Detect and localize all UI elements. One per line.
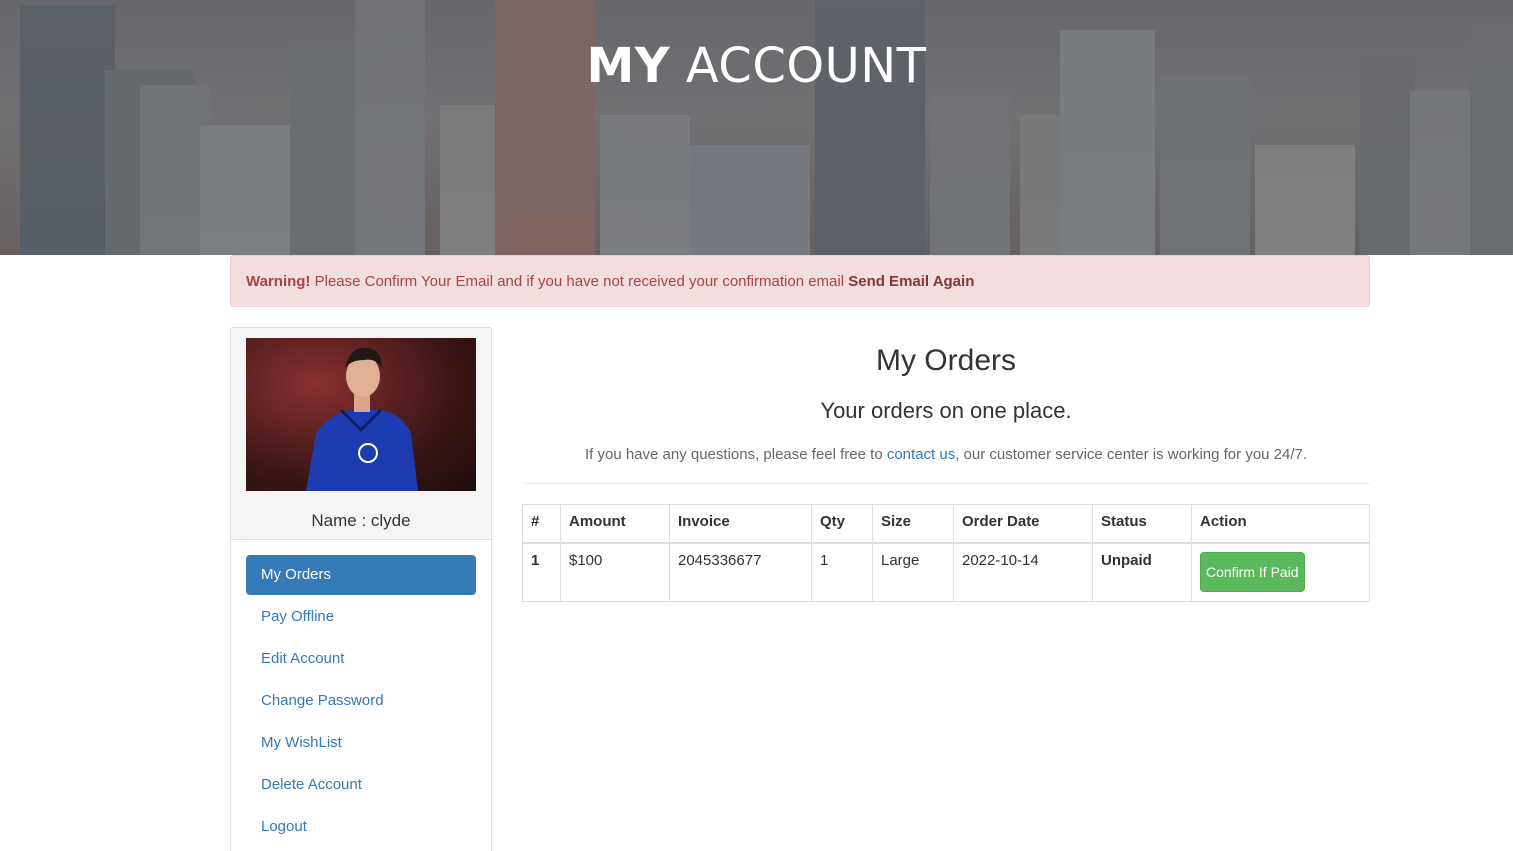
col-header-qty: Qty — [811, 504, 873, 544]
orders-note-prefix: If you have any questions, please feel f… — [584, 446, 887, 463]
page-title: MY ACCOUNT — [0, 38, 1513, 94]
page-title-rest: ACCOUNT — [685, 38, 927, 94]
sidebar-item-pay-offline[interactable]: Pay Offline — [246, 597, 476, 637]
account-nav: My Orders Pay Offline Edit Account Chang… — [231, 540, 491, 847]
cell-qty: 1 — [811, 542, 873, 602]
col-header-invoice: Invoice — [669, 504, 812, 544]
cell-size: Large — [872, 542, 954, 602]
sidebar-item-change-password[interactable]: Change Password — [246, 681, 476, 721]
cell-action: Confirm If Paid — [1191, 542, 1370, 602]
sidebar-item-edit-account[interactable]: Edit Account — [246, 639, 476, 679]
profile-name: Name : clyde — [311, 511, 411, 530]
contact-us-link[interactable]: contact us — [887, 446, 955, 463]
divider — [522, 483, 1370, 484]
send-email-again-link[interactable]: Send Email Again — [848, 273, 974, 290]
avatar-photo — [306, 347, 418, 491]
avatar — [246, 338, 476, 491]
status-badge: Unpaid — [1092, 542, 1192, 602]
col-header-action: Action — [1191, 504, 1370, 544]
sidebar-item-delete-account[interactable]: Delete Account — [246, 765, 476, 805]
orders-note-suffix: , our customer service center is working… — [955, 446, 1308, 463]
page-title-bold: MY — [586, 38, 671, 94]
profile-card: Name : clyde — [231, 328, 491, 540]
cell-invoice: 2045336677 — [669, 542, 812, 602]
col-header-order-date: Order Date — [953, 504, 1093, 544]
orders-section: My Orders Your orders on one place. If y… — [522, 327, 1370, 602]
orders-table: # Amount Invoice Qty Size Order Date Sta… — [522, 504, 1370, 602]
table-header-row: # Amount Invoice Qty Size Order Date Sta… — [522, 504, 1370, 544]
sidebar-item-my-orders[interactable]: My Orders — [246, 555, 476, 595]
alert-message: Please Confirm Your Email and if you hav… — [310, 272, 849, 290]
orders-title: My Orders — [875, 344, 1016, 377]
col-header-status: Status — [1092, 504, 1192, 544]
cell-amount: $100 — [560, 542, 670, 602]
confirm-if-paid-button[interactable]: Confirm If Paid — [1200, 551, 1305, 592]
hero-banner: MY ACCOUNT — [0, 0, 1513, 255]
sidebar-item-logout[interactable]: Logout — [246, 807, 476, 847]
orders-subtitle: Your orders on one place. — [820, 398, 1072, 423]
email-warning-alert: Warning! Please Confirm Your Email and i… — [230, 255, 1370, 307]
col-header-size: Size — [872, 504, 954, 544]
sidebar-item-my-wishlist[interactable]: My WishList — [246, 723, 476, 763]
cell-order-date: 2022-10-14 — [953, 542, 1093, 602]
orders-note: If you have any questions, please feel f… — [522, 446, 1370, 463]
table-row: 1 $100 2045336677 1 Large 2022-10-14 Unp… — [522, 542, 1370, 602]
alert-label: Warning! — [246, 272, 311, 290]
col-header-amount: Amount — [560, 504, 670, 544]
account-sidebar: Name : clyde My Orders Pay Offline Edit … — [230, 327, 492, 851]
cell-number: 1 — [522, 542, 561, 602]
col-header-number: # — [522, 504, 561, 544]
